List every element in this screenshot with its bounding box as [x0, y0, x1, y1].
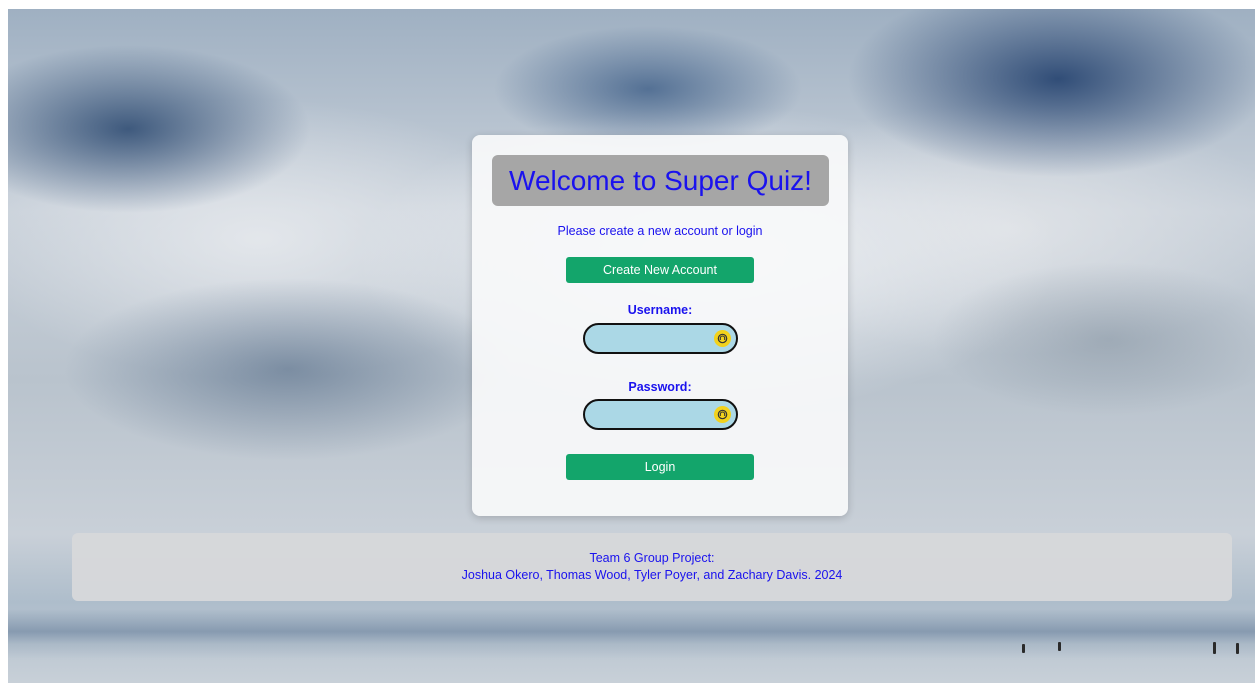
- horizon-reflection: [8, 609, 1255, 659]
- background-sky: Welcome to Super Quiz! Please create a n…: [8, 9, 1255, 683]
- page-title: Welcome to Super Quiz!: [509, 164, 812, 196]
- login-button[interactable]: Login: [566, 454, 754, 480]
- footer: Team 6 Group Project: Joshua Okero, Thom…: [72, 533, 1232, 601]
- password-label: Password:: [628, 380, 692, 394]
- page-subtitle: Please create a new account or login: [557, 224, 763, 238]
- password-key-icon[interactable]: [714, 330, 731, 347]
- login-card: Welcome to Super Quiz! Please create a n…: [472, 135, 848, 516]
- footer-team-line: Team 6 Group Project:: [589, 551, 715, 565]
- distant-person: [1236, 643, 1239, 654]
- footer-authors-line: Joshua Okero, Thomas Wood, Tyler Poyer, …: [461, 568, 843, 582]
- password-field-wrapper: [583, 399, 738, 430]
- username-field-wrapper: [583, 323, 738, 354]
- distant-person: [1022, 644, 1025, 653]
- username-label: Username:: [627, 303, 693, 317]
- distant-person: [1058, 642, 1061, 651]
- distant-person: [1213, 642, 1216, 654]
- create-account-button[interactable]: Create New Account: [566, 257, 754, 283]
- title-banner: Welcome to Super Quiz!: [492, 155, 829, 206]
- password-key-icon[interactable]: [714, 406, 731, 423]
